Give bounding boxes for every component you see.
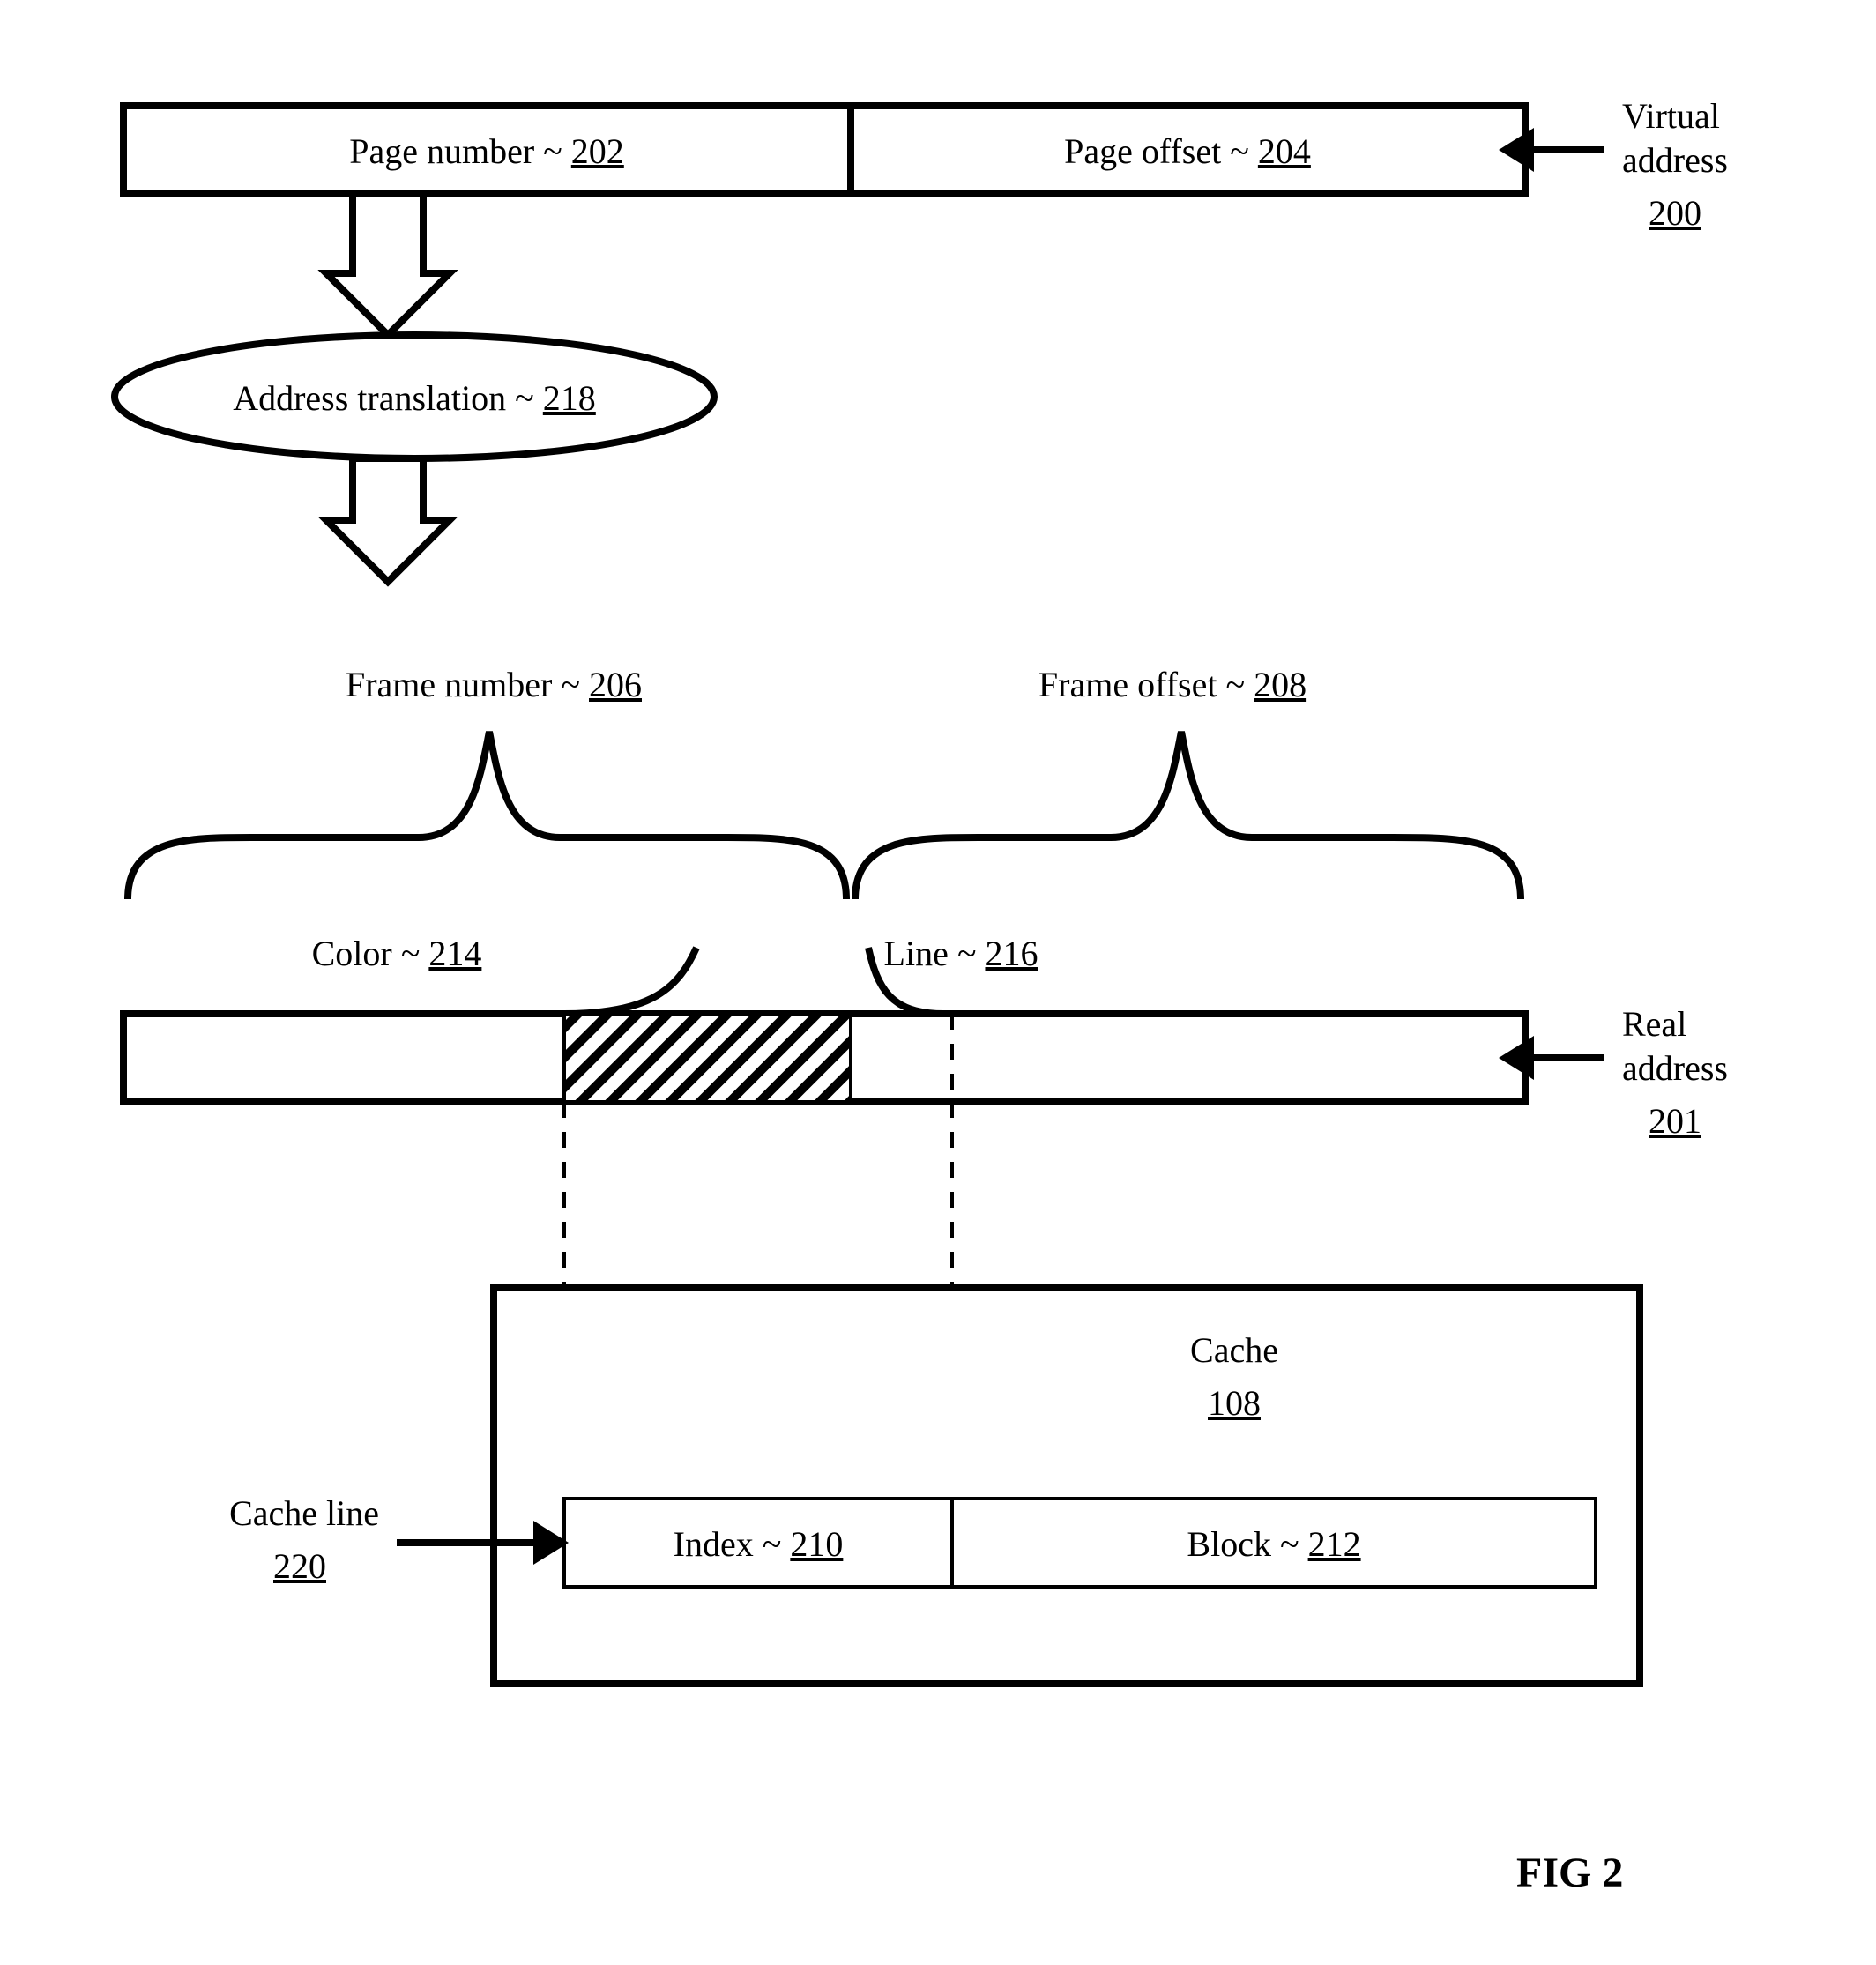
line-label: Line ~ 216: [868, 934, 1038, 1014]
cache-box: Cache 108 Index ~ 210 Block ~ 212: [494, 1287, 1640, 1684]
real-address-side-label: Real address 201: [1499, 1004, 1728, 1141]
page-number-label: Page number ~ 202: [349, 131, 624, 171]
color-label: Color ~ 214: [312, 934, 696, 1014]
svg-text:Address translation ~ 218: Address translation ~ 218: [233, 378, 596, 418]
brace-frame-offset: [855, 732, 1521, 899]
svg-text:Line ~ 216: Line ~ 216: [884, 934, 1038, 973]
frame-number-label: Frame number ~ 206: [346, 665, 642, 704]
frame-offset-label: Frame offset ~ 208: [1038, 665, 1306, 704]
svg-text:201: 201: [1649, 1101, 1701, 1141]
svg-text:address: address: [1622, 140, 1728, 180]
svg-text:220: 220: [273, 1546, 326, 1586]
figure-label: FIG 2: [1516, 1850, 1623, 1896]
arrow-translation-to-real: [326, 458, 450, 582]
svg-text:Cache line: Cache line: [229, 1493, 379, 1533]
virtual-address-bar: Page number ~ 202 Page offset ~ 204: [123, 106, 1525, 194]
svg-text:address: address: [1622, 1048, 1728, 1088]
svg-text:108: 108: [1208, 1383, 1261, 1423]
svg-text:Virtual: Virtual: [1622, 96, 1720, 136]
address-translation: Address translation ~ 218: [115, 335, 714, 458]
brace-frame-number: [128, 732, 846, 899]
virtual-address-side-label: Virtual address 200: [1499, 96, 1728, 233]
arrow-page-to-translation: [326, 194, 450, 335]
real-address-bar: [123, 1014, 1525, 1102]
diagram: Page number ~ 202 Page offset ~ 204 Virt…: [0, 0, 1876, 1965]
page-offset-label: Page offset ~ 204: [1064, 131, 1311, 171]
color-region: [564, 1014, 851, 1102]
svg-text:Index ~ 210: Index ~ 210: [674, 1524, 844, 1564]
svg-text:Color ~ 214: Color ~ 214: [312, 934, 482, 973]
svg-text:200: 200: [1649, 193, 1701, 233]
svg-text:Real: Real: [1622, 1004, 1686, 1044]
svg-text:Frame number ~ 206: Frame number ~ 206: [346, 665, 642, 704]
svg-text:Frame offset ~ 208: Frame offset ~ 208: [1038, 665, 1306, 704]
svg-text:Block ~ 212: Block ~ 212: [1187, 1524, 1360, 1564]
svg-text:Cache: Cache: [1190, 1330, 1278, 1370]
